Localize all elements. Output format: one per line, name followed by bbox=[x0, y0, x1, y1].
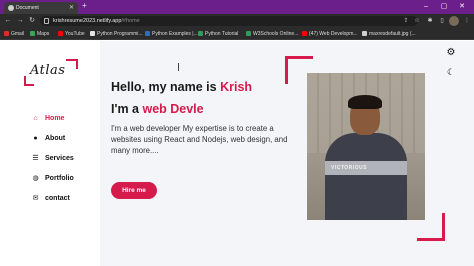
maximize-icon[interactable]: ▢ bbox=[436, 0, 452, 14]
sidebar-item-about[interactable]: ● About bbox=[32, 133, 65, 145]
bookmark-favicon-icon bbox=[145, 31, 150, 36]
sidebar-item-label: Home bbox=[45, 115, 65, 122]
hero-section: VICTORIOUS Hello, my name is Krish I'm a… bbox=[100, 41, 474, 266]
star-icon[interactable]: ☆ bbox=[412, 16, 422, 26]
settings-gear-icon[interactable]: ⚙ bbox=[444, 46, 458, 60]
url-path: /#home bbox=[121, 18, 140, 24]
bookmark-label: Python Programmi... bbox=[97, 31, 143, 37]
back-icon[interactable]: ← bbox=[3, 15, 13, 27]
reload-icon[interactable]: ↻ bbox=[27, 15, 37, 27]
hero-greeting: Hello, my name is Krish bbox=[111, 80, 252, 94]
minimize-icon[interactable]: – bbox=[418, 0, 434, 14]
sidepanel-icon[interactable]: ▯ bbox=[437, 16, 447, 26]
bookmark-label: maxresdefault.jpg (... bbox=[369, 31, 416, 37]
bookmarks-bar: Gmail Maps YouTube Python Programmi... Pytho… bbox=[0, 28, 474, 40]
browser-toolbar: ← → ↻ krishresume2023.netlify.app/#home … bbox=[0, 14, 474, 28]
bookmark-favicon-icon bbox=[198, 31, 203, 36]
bookmark-item[interactable]: (47) Web Developm... bbox=[302, 28, 358, 40]
hire-me-button[interactable]: Hire me bbox=[111, 182, 157, 199]
close-window-icon[interactable]: ✕ bbox=[454, 0, 470, 14]
bookmark-favicon-icon bbox=[302, 31, 307, 36]
sidebar: Atlas ⌂ Home ● About ☰ Services ◍ Portfolio ✉ con… bbox=[0, 41, 100, 266]
bookmark-label: Python Tutorial bbox=[205, 31, 239, 37]
sidebar-item-label: Portfolio bbox=[45, 175, 74, 182]
hero-role-prefix: I'm a bbox=[111, 102, 143, 116]
bookmark-item[interactable]: Python Examples |... bbox=[145, 28, 198, 40]
logo-bracket-bottom bbox=[24, 76, 34, 86]
bookmark-label: Gmail bbox=[11, 31, 25, 37]
profile-photo: VICTORIOUS bbox=[307, 73, 425, 220]
hero-role-text: web Devle bbox=[142, 102, 204, 116]
chat-icon: ✉ bbox=[32, 195, 39, 202]
sidebar-item-contact[interactable]: ✉ contact bbox=[32, 193, 70, 205]
list-icon: ☰ bbox=[32, 155, 39, 162]
bookmark-item[interactable]: Python Programmi... bbox=[90, 28, 143, 40]
bookmark-item[interactable]: Maps bbox=[30, 28, 49, 40]
bookmark-label: W3Schools Online... bbox=[253, 31, 299, 37]
share-icon[interactable]: ⇪ bbox=[401, 16, 411, 26]
bookmark-item[interactable]: Gmail bbox=[4, 28, 24, 40]
lock-icon bbox=[44, 18, 49, 24]
sidebar-item-home[interactable]: ⌂ Home bbox=[32, 113, 64, 125]
profile-avatar[interactable] bbox=[449, 16, 459, 26]
bookmark-label: YouTube bbox=[65, 31, 85, 37]
logo-bracket-top bbox=[66, 59, 78, 69]
tab-title: Document bbox=[16, 5, 39, 11]
briefcase-icon: ◍ bbox=[32, 175, 39, 182]
user-icon: ● bbox=[33, 135, 38, 142]
bookmark-item[interactable]: maxresdefault.jpg (... bbox=[362, 28, 416, 40]
bookmark-favicon-icon bbox=[30, 31, 35, 36]
dark-mode-moon-icon[interactable]: ☾ bbox=[444, 65, 458, 79]
hero-description: I'm a web developer My expertise is to c… bbox=[111, 124, 288, 155]
bookmark-item[interactable]: YouTube bbox=[58, 28, 85, 40]
bookmark-favicon-icon bbox=[58, 31, 63, 36]
bookmark-favicon-icon bbox=[4, 31, 9, 36]
bookmark-label: Python Examples |... bbox=[152, 31, 198, 37]
sidebar-item-label: About bbox=[45, 135, 66, 142]
bookmark-item[interactable]: W3Schools Online... bbox=[246, 28, 298, 40]
hero-role: I'm a web Devle bbox=[111, 102, 204, 116]
sidebar-item-portfolio[interactable]: ◍ Portfolio bbox=[32, 173, 74, 185]
hero-greeting-prefix: Hello, my name is bbox=[111, 80, 221, 94]
tab-close-icon[interactable]: ✕ bbox=[69, 2, 74, 14]
sidebar-item-label: Services bbox=[45, 155, 74, 162]
logo[interactable]: Atlas bbox=[30, 63, 65, 78]
bookmark-favicon-icon bbox=[90, 31, 95, 36]
bookmark-favicon-icon bbox=[362, 31, 367, 36]
menu-kebab-icon[interactable]: ⋮ bbox=[462, 16, 472, 26]
browser-tab[interactable]: Document ✕ bbox=[4, 2, 78, 14]
frame-corner-bottom bbox=[417, 213, 445, 241]
address-bar[interactable]: krishresume2023.netlify.app/#home bbox=[40, 16, 418, 26]
bookmark-label: Maps bbox=[37, 31, 50, 37]
sidebar-item-label: contact bbox=[45, 195, 70, 202]
bookmark-favicon-icon bbox=[246, 31, 251, 36]
sidebar-item-services[interactable]: ☰ Services bbox=[32, 153, 74, 165]
mouse-cursor bbox=[178, 63, 184, 71]
tab-favicon-icon bbox=[8, 5, 14, 11]
shirt-print: VICTORIOUS bbox=[331, 165, 368, 171]
home-icon: ⌂ bbox=[33, 115, 38, 122]
bookmark-item[interactable]: Python Tutorial bbox=[198, 28, 238, 40]
extensions-icon[interactable]: ✱ bbox=[425, 16, 435, 26]
browser-titlebar: Document ✕ + – ▢ ✕ bbox=[0, 0, 474, 14]
forward-icon[interactable]: → bbox=[15, 15, 25, 27]
hero-name: Krish bbox=[220, 80, 253, 94]
new-tab-icon[interactable]: + bbox=[82, 1, 87, 10]
bookmark-label: (47) Web Developm... bbox=[309, 31, 358, 37]
page: Atlas ⌂ Home ● About ☰ Services ◍ Portfolio ✉ con… bbox=[0, 41, 474, 266]
url-host: krishresume2023.netlify.app bbox=[53, 18, 122, 24]
